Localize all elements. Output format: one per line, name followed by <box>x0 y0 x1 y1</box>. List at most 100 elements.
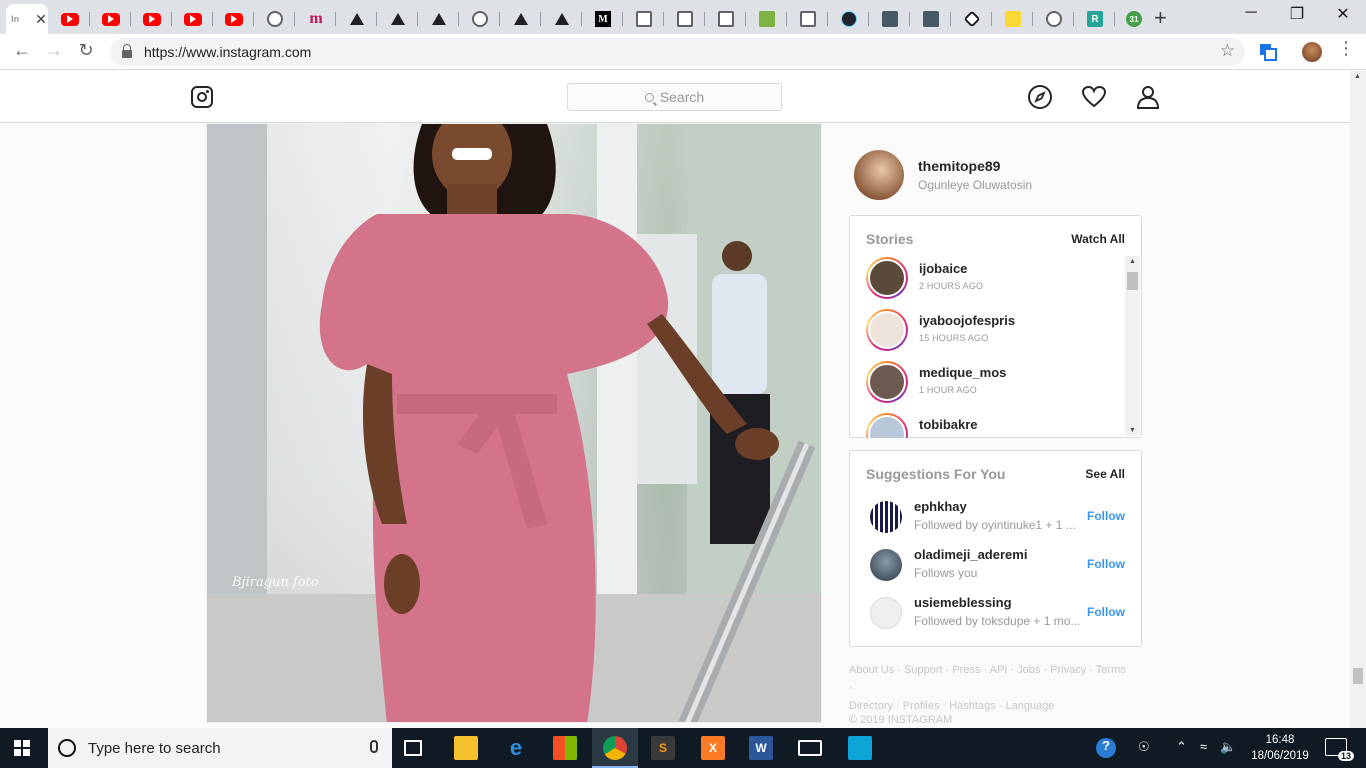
tab-triangle-3[interactable] <box>419 4 459 34</box>
tab-calendar[interactable]: 31 <box>1116 4 1152 34</box>
tab-youtube-3[interactable] <box>132 4 172 34</box>
tab-youtube-2[interactable] <box>91 4 131 34</box>
taskbar-search-input[interactable]: Type here to search <box>48 728 392 768</box>
bookmark-star-icon[interactable]: ☆ <box>1220 41 1235 61</box>
watch-all-link[interactable]: Watch All <box>1071 232 1125 246</box>
follow-button[interactable]: Follow <box>1087 509 1125 523</box>
instagram-logo-icon[interactable] <box>191 86 213 108</box>
tab-medium[interactable]: M <box>583 4 623 34</box>
notifications-icon[interactable]: 13 <box>1325 738 1354 761</box>
wifi-icon[interactable]: ≈ <box>1200 739 1207 754</box>
story-item[interactable]: iyaboojofespris 15 HOURS AGO <box>866 309 1126 353</box>
tab-react[interactable] <box>829 4 869 34</box>
tab-doc-1[interactable] <box>624 4 664 34</box>
help-icon[interactable]: ? <box>1096 738 1116 758</box>
suggestion-username[interactable]: oladimeji_aderemi <box>914 547 1027 562</box>
windows-start-icon[interactable] <box>14 740 30 756</box>
post-photo[interactable]: Bjiragun foto <box>206 123 822 723</box>
footer-links[interactable]: About Us · Support · Press · API · Jobs … <box>849 661 1129 715</box>
see-all-link[interactable]: See All <box>1085 467 1125 481</box>
tab-triangle-5[interactable] <box>542 4 582 34</box>
follow-button[interactable]: Follow <box>1087 605 1125 619</box>
suggestion-username[interactable]: usiemeblessing <box>914 595 1012 610</box>
word-icon[interactable]: W <box>749 736 773 760</box>
tab-globe-3[interactable] <box>1034 4 1074 34</box>
page-scroll-thumb[interactable] <box>1353 668 1363 684</box>
footer-links-line-2[interactable]: Directory · Profiles · Hashtags · Langua… <box>849 697 1129 715</box>
extension-icon[interactable] <box>1258 42 1278 62</box>
tab-rg[interactable]: R <box>1075 4 1115 34</box>
file-explorer-icon[interactable] <box>454 736 478 760</box>
taskbar-clock[interactable]: 16:48 18/06/2019 <box>1240 732 1320 764</box>
tab-codepen[interactable] <box>952 4 992 34</box>
forward-icon[interactable]: → <box>42 40 66 61</box>
chrome-icon[interactable] <box>603 736 627 760</box>
reload-icon[interactable]: ↻ <box>74 40 98 61</box>
microphone-icon[interactable] <box>370 740 378 753</box>
search-icon <box>644 92 654 102</box>
profile-icon[interactable] <box>1135 84 1161 110</box>
minimize-button[interactable]: ─ <box>1228 4 1274 22</box>
tab-youtube-1[interactable] <box>50 4 90 34</box>
tab-triangle-1[interactable] <box>337 4 377 34</box>
story-item[interactable]: ijobaice 2 HOURS AGO <box>866 257 1126 301</box>
page-scrollbar[interactable]: ▲ <box>1350 71 1366 728</box>
mail-icon[interactable] <box>798 740 822 756</box>
scroll-down-arrow-icon[interactable]: ▼ <box>1129 427 1136 434</box>
suggestion-username[interactable]: ephkhay <box>914 499 967 514</box>
post-photo-illustration: Bjiragun foto <box>207 124 821 722</box>
tab-floppy-1[interactable] <box>870 4 910 34</box>
scroll-up-arrow-icon[interactable]: ▲ <box>1129 258 1136 265</box>
suggestion-avatar[interactable] <box>870 549 902 581</box>
stories-scrollbar[interactable]: ▲ ▼ <box>1125 256 1140 436</box>
story-item[interactable]: medique_mos 1 HOUR AGO <box>866 361 1126 405</box>
tab-doc-2[interactable] <box>665 4 705 34</box>
follow-button[interactable]: Follow <box>1087 557 1125 571</box>
current-user-avatar[interactable] <box>854 150 904 200</box>
tab-close-button[interactable]: ✕ <box>35 11 47 28</box>
tab-w3[interactable] <box>747 4 787 34</box>
close-window-button[interactable]: ✕ <box>1320 4 1366 24</box>
tab-instagram[interactable]: In ✕ <box>6 4 48 34</box>
page-scroll-up-icon[interactable]: ▲ <box>1354 73 1361 80</box>
suggestion-avatar[interactable] <box>870 597 902 629</box>
share-app-icon[interactable] <box>848 736 872 760</box>
edge-icon[interactable]: e <box>504 735 528 760</box>
tab-floppy-2[interactable] <box>911 4 951 34</box>
restore-button[interactable]: ❐ <box>1274 4 1320 24</box>
address-bar[interactable]: https://www.instagram.com ☆ <box>110 38 1245 66</box>
tab-m[interactable]: m <box>296 4 336 34</box>
scroll-thumb[interactable] <box>1127 272 1138 290</box>
new-tab-button[interactable]: + <box>1154 5 1167 31</box>
explore-icon[interactable] <box>1027 84 1053 110</box>
url-text[interactable]: https://www.instagram.com <box>144 44 311 60</box>
tab-globe-1[interactable] <box>255 4 295 34</box>
current-user-username[interactable]: themitope89 <box>918 158 1000 174</box>
tab-zigzag[interactable] <box>993 4 1033 34</box>
tab-youtube-5[interactable] <box>214 4 254 34</box>
story-item[interactable]: tobibakre <box>866 413 1126 438</box>
store-icon[interactable] <box>553 736 577 760</box>
tray-overflow-icon[interactable]: ⌃ <box>1176 739 1187 755</box>
tab-youtube-4[interactable] <box>173 4 213 34</box>
suggestion-avatar[interactable] <box>870 501 902 533</box>
youtube-icon <box>61 12 79 26</box>
tab-triangle-4[interactable] <box>501 4 541 34</box>
profile-avatar[interactable] <box>1302 42 1322 62</box>
tab-doc-4[interactable] <box>788 4 828 34</box>
heart-icon[interactable] <box>1081 84 1107 110</box>
xampp-icon[interactable]: X <box>701 736 725 760</box>
suggestion-subtitle: Follows you <box>914 566 978 580</box>
search-input[interactable]: Search <box>567 83 782 111</box>
tab-doc-3[interactable] <box>706 4 746 34</box>
footer-links-line-1[interactable]: About Us · Support · Press · API · Jobs … <box>849 661 1129 697</box>
menu-icon[interactable]: ⋮ <box>1334 38 1358 59</box>
task-view-icon[interactable] <box>404 740 422 756</box>
back-icon[interactable]: ← <box>10 40 34 61</box>
copyright-text: © 2019 INSTAGRAM <box>849 714 953 726</box>
tab-globe-2[interactable] <box>460 4 500 34</box>
volume-icon[interactable]: 🔈 <box>1220 739 1236 755</box>
sublime-icon[interactable]: S <box>651 736 675 760</box>
people-icon[interactable]: ☉ <box>1138 739 1150 755</box>
tab-triangle-2[interactable] <box>378 4 418 34</box>
